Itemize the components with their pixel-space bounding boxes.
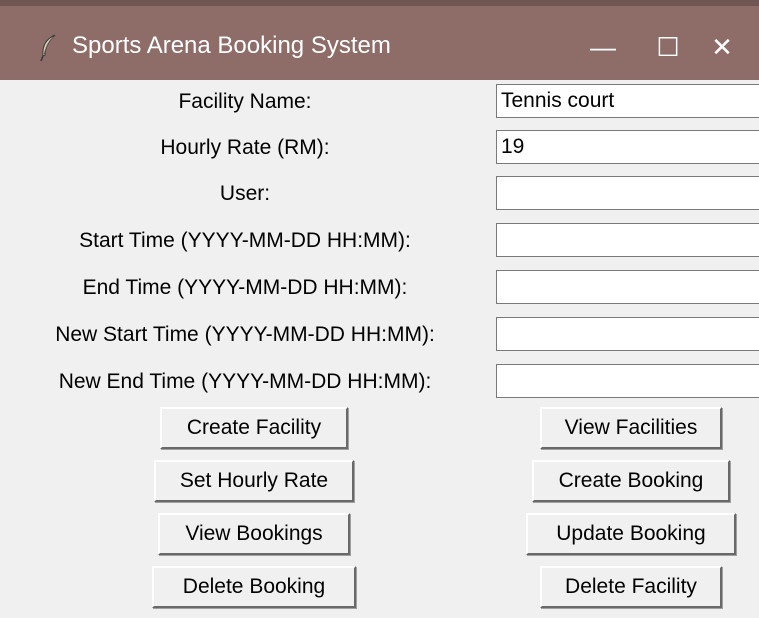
hourly-rate-label: Hourly Rate (RM):	[160, 136, 330, 159]
end-time-input[interactable]	[496, 270, 759, 304]
user-input[interactable]	[496, 176, 759, 210]
maximize-icon: ☐	[656, 31, 680, 62]
create-facility-button[interactable]: Create Facility	[160, 407, 348, 449]
window-title: Sports Arena Booking System	[72, 32, 391, 59]
create-booking-button[interactable]: Create Booking	[532, 460, 730, 502]
minimize-icon: —	[590, 31, 616, 62]
title-bar[interactable]: Sports Arena Booking System — ☐ ✕	[0, 0, 759, 80]
new-start-time-label: New Start Time (YYYY-MM-DD HH:MM):	[55, 323, 435, 346]
new-start-time-input[interactable]	[496, 317, 759, 351]
facility-name-label: Facility Name:	[178, 90, 312, 113]
maximize-button[interactable]: ☐	[640, 22, 696, 72]
facility-name-input[interactable]	[496, 84, 759, 118]
form-area: Facility Name: Hourly Rate (RM): User: S…	[0, 80, 759, 618]
close-icon: ✕	[711, 31, 733, 62]
end-time-label: End Time (YYYY-MM-DD HH:MM):	[82, 276, 408, 299]
close-button[interactable]: ✕	[694, 22, 750, 72]
new-end-time-input[interactable]	[496, 364, 759, 398]
delete-facility-button[interactable]: Delete Facility	[540, 566, 722, 608]
update-booking-button[interactable]: Update Booking	[526, 513, 736, 555]
start-time-input[interactable]	[496, 223, 759, 257]
feather-icon	[38, 34, 58, 62]
delete-booking-button[interactable]: Delete Booking	[152, 566, 356, 608]
user-label: User:	[219, 182, 271, 205]
hourly-rate-input[interactable]	[496, 130, 759, 164]
start-time-label: Start Time (YYYY-MM-DD HH:MM):	[79, 229, 411, 252]
view-bookings-button[interactable]: View Bookings	[158, 513, 350, 555]
new-end-time-label: New End Time (YYYY-MM-DD HH:MM):	[58, 370, 432, 393]
minimize-button[interactable]: —	[575, 22, 631, 72]
set-hourly-rate-button[interactable]: Set Hourly Rate	[154, 460, 354, 502]
view-facilities-button[interactable]: View Facilities	[540, 407, 722, 449]
